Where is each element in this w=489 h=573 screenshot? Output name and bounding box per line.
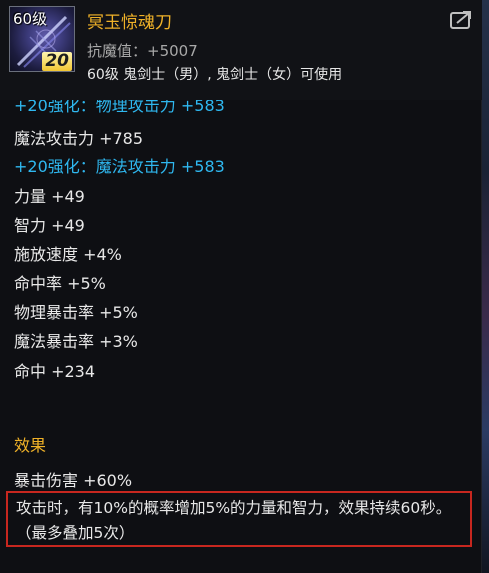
stat-line: +20强化：物理攻击力 +583 <box>14 100 225 115</box>
icon-enhance-badge: 20 <box>42 52 72 71</box>
stat-line: 魔法暴击率 +3% <box>14 332 138 351</box>
effect-stat: 暴击伤害 +60% <box>14 471 133 490</box>
tooltip-header: 60级 20 冥玉惊魂刀 抗魔值：+5007 60级 鬼剑士（男）, 鬼剑士（女… <box>0 0 482 100</box>
item-name: 冥玉惊魂刀 <box>87 13 172 33</box>
item-tooltip: 60级 20 冥玉惊魂刀 抗魔值：+5007 60级 鬼剑士（男）, 鬼剑士（女… <box>0 0 482 573</box>
stat-line: 智力 +49 <box>14 216 85 235</box>
stat-line: 力量 +49 <box>14 187 85 206</box>
stat-line: 命中 +234 <box>14 362 96 381</box>
anti-magic-value: 抗魔值：+5007 <box>87 42 198 60</box>
stat-line: 物理暴击率 +5% <box>14 303 138 322</box>
effect-title: 效果 <box>14 436 47 455</box>
stat-line: +20强化：魔法攻击力 +583 <box>14 157 225 176</box>
stat-line: 魔法攻击力 +785 <box>14 129 144 148</box>
usable-classes: 60级 鬼剑士（男）, 鬼剑士（女）可使用 <box>87 67 343 83</box>
icon-level-label: 60级 <box>13 10 48 28</box>
stats-list: +20强化：物理攻击力 +583 魔法攻击力 +785 +20强化：魔法攻击力 … <box>0 100 482 430</box>
stat-line: 命中率 +5% <box>14 274 106 293</box>
effect-description: 攻击时，有10%的概率增加5%的力量和智力，效果持续60秒。（最多叠加5次） <box>6 491 472 547</box>
background-edge <box>482 0 489 573</box>
weapon-icon[interactable]: 60级 20 <box>9 6 75 72</box>
share-icon[interactable] <box>450 10 472 30</box>
stat-line: 施放速度 +4% <box>14 245 122 264</box>
